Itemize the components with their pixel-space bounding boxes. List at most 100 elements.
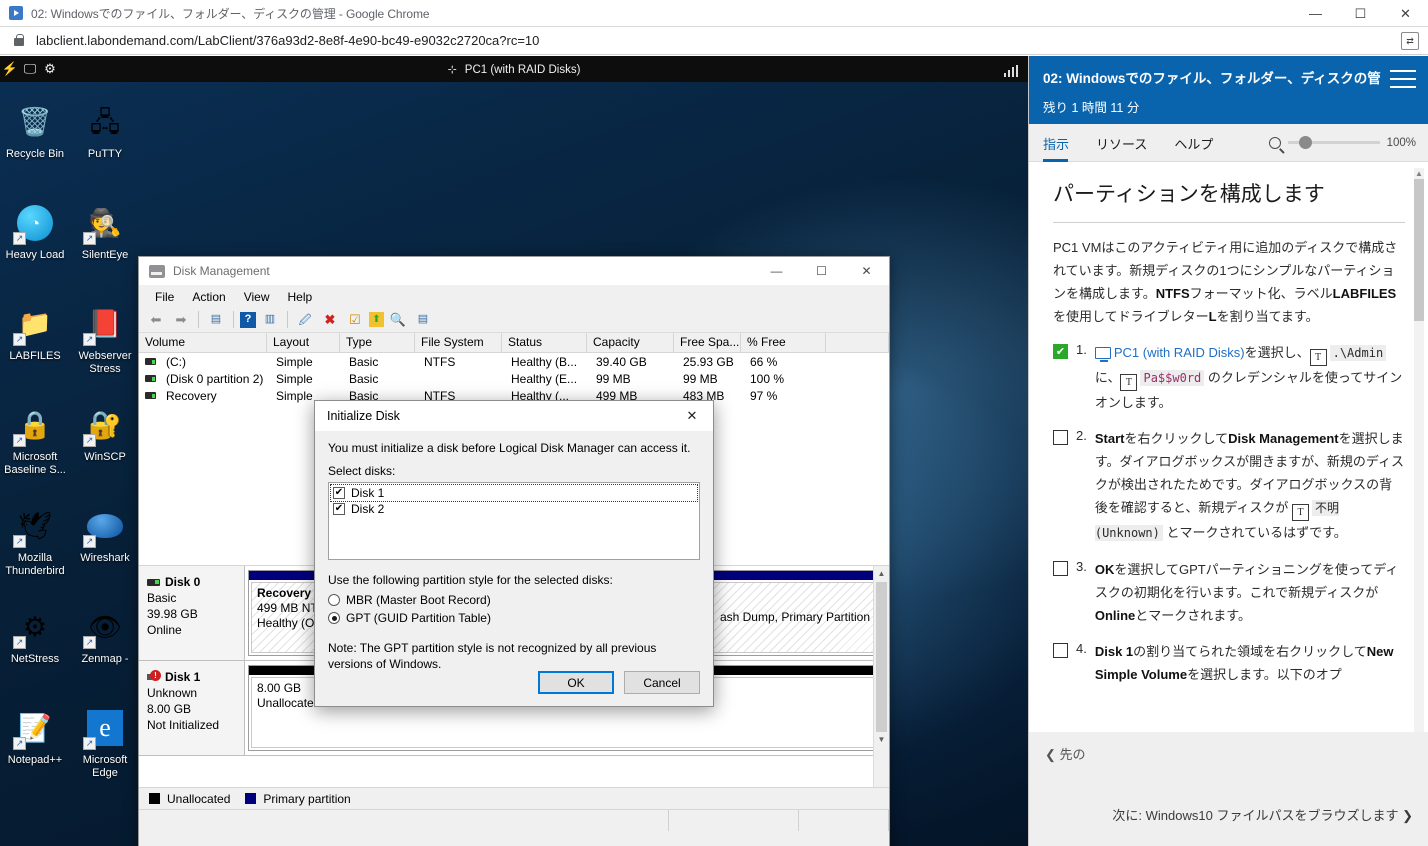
list-item[interactable]: ✔ 1. PC1 (with RAID Disks)を選択し、T.\Admin … — [1053, 341, 1405, 414]
scroll-thumb[interactable] — [876, 582, 887, 732]
lock-shield-icon: 🔒↗ — [14, 404, 56, 446]
cancel-button[interactable]: Cancel — [624, 671, 700, 694]
graph-scrollbar[interactable]: ▲ ▼ — [873, 566, 889, 787]
legend-swatch-unallocated — [149, 793, 160, 804]
desktop-icon-notepadpp[interactable]: 📝↗ Notepad++ — [0, 700, 70, 801]
initialize-disk-dialog[interactable]: Initialize Disk ✕ You must initialize a … — [314, 400, 714, 707]
disk-list-item-disk1[interactable]: ✔ Disk 1 — [331, 485, 697, 501]
desktop-icon-mbsa[interactable]: 🔒↗ Microsoft Baseline S... — [0, 397, 70, 498]
desktop-icon-zenmap[interactable]: 👁↗ Zenmap - — [70, 599, 140, 700]
step-4-checkbox[interactable] — [1053, 643, 1068, 658]
scroll-down-arrow-icon[interactable]: ▼ — [874, 732, 889, 748]
desktop-icon-silenteye[interactable]: 🕵↗ SilentEye — [70, 195, 140, 296]
disk-1-info[interactable]: Disk 1 Unknown 8.00 GB Not Initialized — [139, 661, 245, 755]
forward-arrow-icon[interactable]: ➡ — [170, 309, 192, 330]
browser-maximize-button[interactable]: ☐ — [1338, 0, 1383, 27]
list-item[interactable]: 3. OKを選択してGPTパーティショニングを使ってディスクの初期化を行います。… — [1053, 558, 1405, 627]
back-arrow-icon[interactable]: ⬅ — [145, 309, 167, 330]
vm-machine-label: ⊹PC1 (with RAID Disks) — [0, 63, 1028, 76]
desktop-icon-winscp[interactable]: 🔐↗ WinSCP — [70, 397, 140, 498]
desktop-icon-putty[interactable]: 🖧 PuTTY — [70, 94, 140, 195]
table-row[interactable]: (Disk 0 partition 2) Simple Basic Health… — [139, 370, 889, 387]
zoom-slider[interactable] — [1288, 141, 1380, 144]
help-icon[interactable]: ? — [240, 312, 256, 328]
address-url[interactable]: labclient.labondemand.com/LabClient/376a… — [36, 33, 539, 48]
step-3-checkbox[interactable] — [1053, 561, 1068, 576]
col-freespace[interactable]: Free Spa... — [674, 333, 741, 352]
zoom-slider-knob[interactable] — [1299, 136, 1312, 149]
step-1-checkbox[interactable]: ✔ — [1053, 344, 1068, 359]
dialog-close-button[interactable]: ✕ — [671, 401, 713, 431]
col-empty[interactable] — [826, 333, 889, 352]
properties-icon[interactable]: 🖉 — [294, 309, 316, 330]
desktop-icon-labfiles[interactable]: 📁↗ LABFILES — [0, 296, 70, 397]
scroll-up-arrow-icon[interactable]: ▲ — [1414, 168, 1424, 179]
browser-tab-title[interactable]: 02: Windowsでのファイル、フォルダー、ディスクの管理 - Google… — [31, 5, 429, 22]
extend-volume-icon[interactable]: ⬆ — [369, 312, 384, 327]
lab-scroll-thumb[interactable] — [1414, 179, 1424, 321]
zoom-control[interactable]: 100% — [1269, 137, 1428, 149]
hamburger-icon[interactable] — [1390, 70, 1416, 88]
col-type[interactable]: Type — [340, 333, 415, 352]
browser-close-button[interactable]: ✕ — [1383, 0, 1428, 27]
radio-mbr[interactable]: MBR (Master Boot Record) — [328, 591, 700, 609]
col-status[interactable]: Status — [502, 333, 587, 352]
list-item[interactable]: 4. Disk 1の割り当てられた領域を右クリックしてNew Simple Vo… — [1053, 640, 1405, 686]
lab-instructions-content[interactable]: パーティションを構成します PC1 VMはこのアクティビティ用に追加のディスクで… — [1029, 162, 1428, 788]
list-view-icon[interactable]: ▥ — [259, 309, 281, 330]
menu-action[interactable]: Action — [183, 288, 234, 306]
ok-button[interactable]: OK — [538, 671, 614, 694]
col-volume[interactable]: Volume — [139, 333, 267, 352]
dm-maximize-button[interactable]: ☐ — [799, 257, 844, 286]
show-hide-tree-icon[interactable]: ▤ — [205, 309, 227, 330]
mbr-radio-button[interactable] — [328, 594, 340, 606]
pin-icon[interactable]: ⊹ — [448, 63, 457, 76]
step-1-link[interactable]: PC1 (with RAID Disks) — [1114, 345, 1245, 360]
desktop-icon-heavy-load[interactable]: ◔ ↗ Heavy Load — [0, 195, 70, 296]
desktop-icon-webserver-stress[interactable]: 📕↗ Webserver Stress — [70, 296, 140, 397]
disk-0-info[interactable]: Disk 0 Basic 39.98 GB Online — [139, 566, 245, 660]
disk2-checkbox[interactable]: ✔ — [333, 503, 345, 515]
radio-gpt[interactable]: GPT (GUID Partition Table) — [328, 609, 700, 627]
menu-file[interactable]: File — [146, 288, 183, 306]
col-layout[interactable]: Layout — [267, 333, 340, 352]
col-filesystem[interactable]: File System — [415, 333, 502, 352]
desktop-icon-recycle-bin[interactable]: 🗑️ Recycle Bin — [0, 94, 70, 195]
previous-button[interactable]: ❮ 先の — [1045, 744, 1413, 763]
desktop-icon-edge[interactable]: e ↗ Microsoft Edge — [70, 700, 140, 801]
windows-desktop[interactable]: 🗑️ Recycle Bin 🖧 PuTTY ◔ ↗ Heavy Load 🕵↗ — [0, 82, 1028, 846]
tab-help[interactable]: ヘルプ — [1174, 125, 1226, 161]
desktop-icon-label: Heavy Load — [0, 249, 70, 262]
disk-management-icon — [149, 265, 165, 278]
lab-scrollbar[interactable]: ▲ — [1414, 168, 1424, 780]
scroll-up-arrow-icon[interactable]: ▲ — [874, 566, 889, 582]
step-2-bold-dm: Disk Management — [1228, 431, 1339, 446]
translate-icon[interactable]: ⇄ — [1401, 32, 1419, 50]
disk-list-item-disk2[interactable]: ✔ Disk 2 — [331, 501, 697, 517]
disk-legend: Unallocated Primary partition — [139, 787, 889, 809]
step-2-checkbox[interactable] — [1053, 430, 1068, 445]
menu-view[interactable]: View — [235, 288, 279, 306]
disk1-checkbox[interactable]: ✔ — [333, 487, 345, 499]
dm-minimize-button[interactable]: — — [754, 257, 799, 286]
delete-icon[interactable]: ✖ — [319, 309, 341, 330]
check-icon[interactable]: ☑ — [344, 309, 366, 330]
tab-resources[interactable]: リソース — [1096, 125, 1160, 161]
next-button[interactable]: 次に: Windows10 ファイルパスをブラウズします ❯ — [1112, 805, 1413, 824]
inspect-icon[interactable]: 🔍 — [387, 309, 409, 330]
tab-instructions[interactable]: 指示 — [1043, 125, 1082, 161]
desktop-icon-netstress[interactable]: ⚙↗ NetStress — [0, 599, 70, 700]
menu-help[interactable]: Help — [279, 288, 322, 306]
col-pctfree[interactable]: % Free — [741, 333, 826, 352]
desktop-icon-thunderbird[interactable]: 🕊↗ Mozilla Thunderbird — [0, 498, 70, 599]
browser-minimize-button[interactable]: — — [1293, 0, 1338, 27]
list-item[interactable]: 2. Startを右クリックしてDisk Managementを選択します。ダイ… — [1053, 427, 1405, 545]
desktop-icon-wireshark[interactable]: ↗ Wireshark — [70, 498, 140, 599]
table-row[interactable]: (C:) Simple Basic NTFS Healthy (B... 39.… — [139, 353, 889, 370]
dm-close-button[interactable]: ✕ — [844, 257, 889, 286]
options-icon[interactable]: ▤ — [412, 309, 434, 330]
disk-selection-listbox[interactable]: ✔ Disk 1 ✔ Disk 2 — [328, 482, 700, 560]
browser-addressbar[interactable]: labclient.labondemand.com/LabClient/376a… — [0, 27, 1428, 55]
gpt-radio-button[interactable] — [328, 612, 340, 624]
col-capacity[interactable]: Capacity — [587, 333, 674, 352]
